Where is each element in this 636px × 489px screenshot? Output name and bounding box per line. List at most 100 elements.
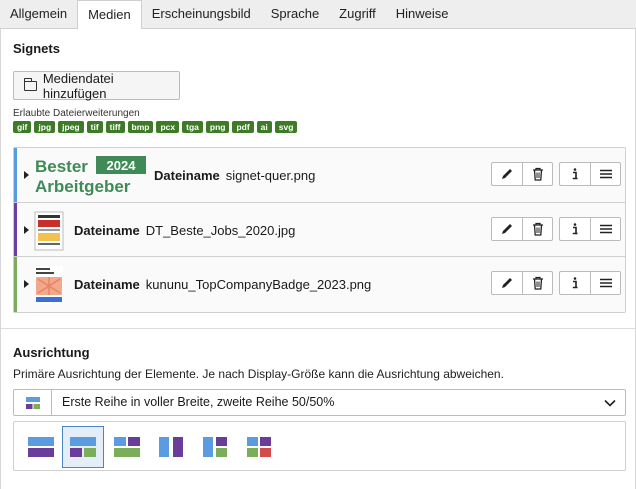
menu-button[interactable] — [590, 217, 620, 240]
extension-badge: tga — [182, 121, 203, 133]
file-name-value: kununu_TopCompanyBadge_2023.png — [145, 277, 372, 292]
file-row[interactable]: Dateiname DT_Beste_Jobs_2020.jpg — [14, 202, 625, 257]
expand-caret-icon[interactable] — [24, 171, 29, 179]
pencil-icon — [502, 278, 512, 288]
edit-delete-group — [491, 216, 553, 241]
row-accent — [14, 257, 17, 312]
file-name-label: Dateiname — [154, 168, 220, 183]
info-button[interactable] — [560, 218, 590, 240]
extension-badge: png — [205, 121, 230, 133]
extension-badge: bmp — [127, 121, 154, 133]
file-name-label: Dateiname — [74, 222, 140, 238]
layout-option-split-then-full[interactable] — [106, 426, 148, 468]
delete-button[interactable] — [522, 272, 552, 294]
hamburger-icon — [599, 224, 612, 233]
file-name-value: signet-quer.png — [225, 168, 316, 183]
edit-delete-group — [491, 271, 553, 295]
layout-option-full-then-split[interactable] — [62, 426, 104, 468]
media-panel: Signets Mediendatei hinzufügen Erlaubte … — [0, 29, 636, 489]
layout-grid-icon — [247, 437, 271, 457]
tab-erscheinungsbild[interactable]: Erscheinungsbild — [142, 0, 261, 29]
edit-delete-group — [491, 162, 553, 186]
beste-jobs-thumbnail — [34, 211, 64, 250]
info-icon — [572, 277, 578, 289]
file-name: Dateiname DT_Beste_Jobs_2020.jpg — [74, 223, 295, 238]
signet-thumbnail: Bester 2024 Arbeitgeber — [35, 156, 146, 196]
extension-badge: pcx — [156, 121, 180, 133]
menu-button[interactable] — [590, 163, 620, 185]
svg-text:Bester: Bester — [35, 157, 88, 176]
pencil-icon — [502, 169, 512, 179]
signets-title: Signets — [13, 41, 60, 56]
info-menu-group — [559, 271, 621, 295]
info-button[interactable] — [560, 272, 590, 294]
layout-option-left-tall[interactable] — [194, 426, 236, 468]
info-icon — [572, 222, 578, 234]
svg-text:Arbeitgeber: Arbeitgeber — [35, 177, 131, 196]
extension-badge: svg — [274, 121, 298, 133]
extension-badge: gif — [13, 121, 32, 133]
trash-icon — [532, 167, 543, 181]
file-row[interactable]: Bester 2024 Arbeitgeber Dateiname signet-… — [14, 148, 625, 203]
expand-caret-icon[interactable] — [24, 225, 29, 234]
svg-text:2024: 2024 — [107, 158, 137, 173]
file-name: Dateiname kununu_TopCompanyBadge_2023.png — [74, 277, 371, 292]
layout-stacked-icon — [28, 437, 54, 457]
row-accent — [14, 148, 17, 202]
tab-bar: Allgemein Medien Erscheinungsbild Sprach… — [0, 0, 636, 30]
info-menu-group — [559, 216, 621, 241]
hamburger-icon — [599, 169, 612, 179]
file-row[interactable]: Dateiname kununu_TopCompanyBadge_2023.png — [14, 257, 625, 312]
edit-button[interactable] — [492, 272, 522, 294]
file-name-value: DT_Beste_Jobs_2020.jpg — [145, 222, 296, 238]
add-media-label: Mediendatei hinzufügen — [42, 70, 114, 101]
tab-allgemein[interactable]: Allgemein — [0, 0, 77, 29]
layout-option-stacked[interactable] — [20, 426, 62, 468]
layout-side-by-side-icon — [159, 437, 183, 457]
tab-medien[interactable]: Medien — [77, 0, 142, 30]
layout-full-then-split-icon — [70, 437, 96, 457]
tab-sprache[interactable]: Sprache — [261, 0, 329, 29]
layout-split-then-full-icon — [114, 437, 140, 457]
layout-left-tall-icon — [203, 437, 227, 457]
info-button[interactable] — [560, 163, 590, 185]
orientation-select[interactable]: Erste Reihe in voller Breite, zweite Rei… — [13, 389, 626, 416]
info-icon — [572, 168, 578, 180]
orientation-title: Ausrichtung — [13, 345, 90, 360]
kununu-badge-thumbnail — [35, 266, 63, 304]
tab-zugriff[interactable]: Zugriff — [329, 0, 386, 29]
file-reference-list: Bester 2024 Arbeitgeber Dateiname signet-… — [13, 147, 626, 313]
edit-button[interactable] — [492, 163, 522, 185]
chevron-down-icon[interactable] — [595, 390, 625, 415]
file-name: Dateiname signet-quer.png — [154, 168, 315, 183]
delete-button[interactable] — [522, 217, 552, 240]
section-divider — [1, 328, 635, 329]
orientation-description: Primäre Ausrichtung der Elemente. Je nac… — [13, 367, 504, 381]
extension-badge: jpeg — [58, 121, 84, 133]
extension-badge: tiff — [105, 121, 125, 133]
add-media-button[interactable]: Mediendatei hinzufügen — [13, 70, 180, 101]
row-accent — [14, 202, 17, 256]
menu-button[interactable] — [590, 272, 620, 294]
delete-button[interactable] — [522, 163, 552, 185]
edit-button[interactable] — [492, 218, 522, 240]
extension-badge: tif — [86, 121, 103, 133]
pencil-icon — [502, 223, 512, 234]
allowed-extensions-list: gif jpg jpeg tif tiff bmp pcx tga png pd… — [13, 121, 298, 133]
expand-caret-icon[interactable] — [24, 280, 29, 288]
info-menu-group — [559, 162, 621, 186]
extension-badge: pdf — [232, 121, 254, 133]
orientation-options — [13, 421, 626, 471]
trash-icon — [532, 222, 543, 236]
orientation-select-value: Erste Reihe in voller Breite, zweite Rei… — [62, 395, 335, 409]
folder-icon — [23, 77, 37, 91]
tab-hinweise[interactable]: Hinweise — [386, 0, 459, 29]
allowed-extensions-label: Erlaubte Dateierweiterungen — [13, 108, 140, 119]
trash-icon — [532, 276, 543, 290]
layout-preview-icon — [14, 390, 52, 415]
hamburger-icon — [599, 278, 612, 288]
layout-option-side-by-side[interactable] — [150, 426, 192, 468]
extension-badge: jpg — [34, 121, 56, 133]
layout-option-grid[interactable] — [238, 426, 280, 468]
extension-badge: ai — [256, 121, 272, 133]
